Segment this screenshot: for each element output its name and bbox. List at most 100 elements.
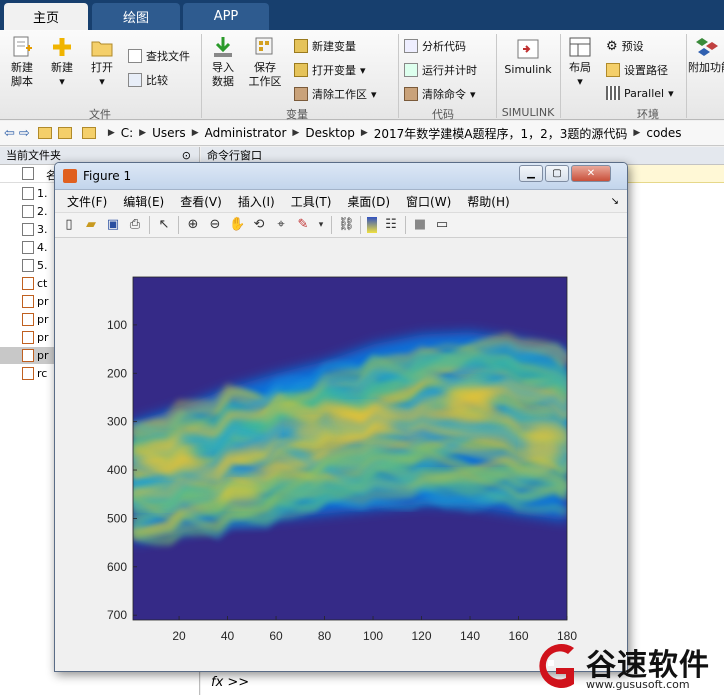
- browse-folder-icon[interactable]: [57, 127, 72, 139]
- file-list-item[interactable]: ct: [22, 275, 47, 292]
- menu-tools[interactable]: 工具(T): [291, 193, 332, 210]
- breadcrumb-item[interactable]: C:: [121, 126, 133, 140]
- file-name: 1.: [37, 187, 48, 200]
- chevron-right-icon: ▶: [360, 128, 368, 138]
- heatmap-chart[interactable]: 20 40 60 80 100 120 140 160 18010020030040050060…: [55, 241, 628, 672]
- menu-desktop[interactable]: 桌面(D): [347, 193, 390, 210]
- menu-view[interactable]: 查看(V): [180, 193, 222, 210]
- tab-apps-label: APP: [213, 9, 239, 24]
- pointer-icon[interactable]: ↖: [156, 217, 172, 233]
- colorbar-icon[interactable]: [367, 217, 377, 233]
- save-workspace-button[interactable]: 保存 工作区: [246, 36, 284, 89]
- file-name: pr: [37, 331, 49, 344]
- group-label-code: 代码: [432, 108, 454, 121]
- chevron-down-icon: ▾: [371, 87, 377, 101]
- breadcrumb-item[interactable]: Administrator: [205, 126, 287, 140]
- menu-window[interactable]: 窗口(W): [406, 193, 451, 210]
- menu-file[interactable]: 文件(F): [67, 193, 107, 210]
- zoom-out-icon[interactable]: ⊖: [207, 217, 223, 233]
- x-tick-label: 100: [363, 629, 383, 643]
- open-variable-button[interactable]: 打开变量 ▾: [294, 62, 366, 78]
- up-folder-icon[interactable]: [37, 127, 52, 139]
- heatmap-hotspot: [217, 482, 262, 507]
- file-list-item[interactable]: 3.: [22, 221, 48, 238]
- minimize-button[interactable]: ▁: [519, 165, 543, 182]
- back-arrow-icon[interactable]: ⇦: [4, 126, 15, 141]
- brush-icon[interactable]: ✎: [295, 217, 311, 233]
- breadcrumb-item[interactable]: Users: [152, 126, 186, 140]
- save-icon[interactable]: ▣: [105, 217, 121, 233]
- x-tick-label: 80: [318, 629, 332, 643]
- chevron-down-icon[interactable]: ▾: [317, 217, 325, 233]
- parallel-button[interactable]: Parallel ▾: [606, 86, 674, 100]
- maximize-button[interactable]: ▢: [545, 165, 569, 182]
- link-plot-icon[interactable]: ⛓: [338, 217, 355, 233]
- command-prompt[interactable]: fx >>: [211, 675, 249, 690]
- file-list-item[interactable]: 5.: [22, 257, 48, 274]
- tab-plots[interactable]: 绘图: [92, 3, 180, 30]
- tab-home[interactable]: 主页: [4, 3, 88, 30]
- analyze-code-button[interactable]: 分析代码: [404, 38, 466, 54]
- hide-tools-icon[interactable]: ■: [412, 217, 428, 233]
- open-file-icon[interactable]: ▰: [83, 217, 99, 233]
- find-files-button[interactable]: 查找文件: [128, 48, 190, 64]
- file-list-item[interactable]: 2.: [22, 203, 48, 220]
- menu-help[interactable]: 帮助(H): [467, 193, 509, 210]
- new-script-button[interactable]: 新建 脚本: [6, 36, 38, 89]
- file-list-item[interactable]: 1.: [22, 185, 48, 202]
- show-tools-icon[interactable]: ▭: [434, 217, 450, 233]
- import-data-button[interactable]: 导入 数据: [206, 36, 240, 89]
- heatmap-hotspot: [326, 405, 395, 438]
- forward-arrow-icon[interactable]: ⇨: [19, 126, 30, 141]
- print-icon[interactable]: ⎙: [127, 217, 143, 233]
- file-list-item[interactable]: pr: [22, 293, 49, 310]
- figure-title: Figure 1: [83, 169, 132, 183]
- toolbar-separator: [331, 216, 332, 234]
- file-list-item[interactable]: pr: [22, 329, 49, 346]
- menu-insert[interactable]: 插入(I): [238, 193, 275, 210]
- dock-arrow-icon[interactable]: ↘: [611, 196, 619, 207]
- run-time-button[interactable]: 运行并计时: [404, 62, 477, 78]
- find-files-icon: [128, 49, 142, 63]
- file-list-item[interactable]: rc: [22, 365, 47, 382]
- clear-workspace-button[interactable]: 清除工作区 ▾: [294, 86, 377, 102]
- parallel-icon: [606, 86, 620, 100]
- data-cursor-icon[interactable]: ⌖: [273, 217, 289, 233]
- zoom-in-icon[interactable]: ⊕: [185, 217, 201, 233]
- new-script-label: 新建 脚本: [11, 61, 33, 88]
- command-window-title: 命令行窗口: [207, 149, 262, 162]
- preferences-label: 预设: [621, 40, 644, 53]
- group-label-file: 文件: [89, 108, 111, 121]
- breadcrumb-item[interactable]: codes: [646, 126, 681, 140]
- chevron-right-icon: ▶: [139, 128, 147, 138]
- legend-icon[interactable]: ☷: [383, 217, 399, 233]
- addons-button[interactable]: 附加功能: [688, 36, 724, 75]
- layout-button[interactable]: 布局 ▾: [564, 36, 596, 89]
- set-path-button[interactable]: 设置路径: [606, 62, 668, 78]
- simulink-button[interactable]: Simulink: [500, 38, 556, 77]
- preferences-button[interactable]: ⚙ 预设: [606, 38, 644, 54]
- rotate-3d-icon[interactable]: ⟲: [251, 217, 267, 233]
- pan-hand-icon[interactable]: ✋: [229, 217, 245, 233]
- m-file-icon: [22, 295, 34, 308]
- x-tick-label: 40: [221, 629, 235, 643]
- close-button[interactable]: ✕: [571, 165, 611, 182]
- file-list-item[interactable]: 4.: [22, 239, 48, 256]
- clear-commands-button[interactable]: 清除命令 ▾: [404, 86, 476, 102]
- logo-icon: [539, 644, 574, 688]
- new-figure-icon[interactable]: ▯: [61, 217, 77, 233]
- file-list-item[interactable]: pr: [22, 311, 49, 328]
- new-button[interactable]: 新建 ▾: [46, 36, 78, 89]
- new-variable-button[interactable]: 新建变量: [294, 38, 356, 54]
- breadcrumb-item[interactable]: 2017年数学建模A题程序，1，2，3题的源代码: [374, 125, 628, 142]
- heatmap-hotspot: [292, 419, 333, 444]
- open-button[interactable]: 打开 ▾: [86, 36, 118, 89]
- file-name: ct: [37, 277, 48, 290]
- toolbar-separator: [405, 216, 406, 234]
- compare-button[interactable]: 比较: [128, 72, 168, 88]
- breadcrumb-item[interactable]: Desktop: [305, 126, 355, 140]
- toolbar-separator: [178, 216, 179, 234]
- menu-edit[interactable]: 编辑(E): [123, 193, 164, 210]
- tab-apps[interactable]: APP: [183, 3, 269, 30]
- mat-file-icon: [22, 223, 34, 236]
